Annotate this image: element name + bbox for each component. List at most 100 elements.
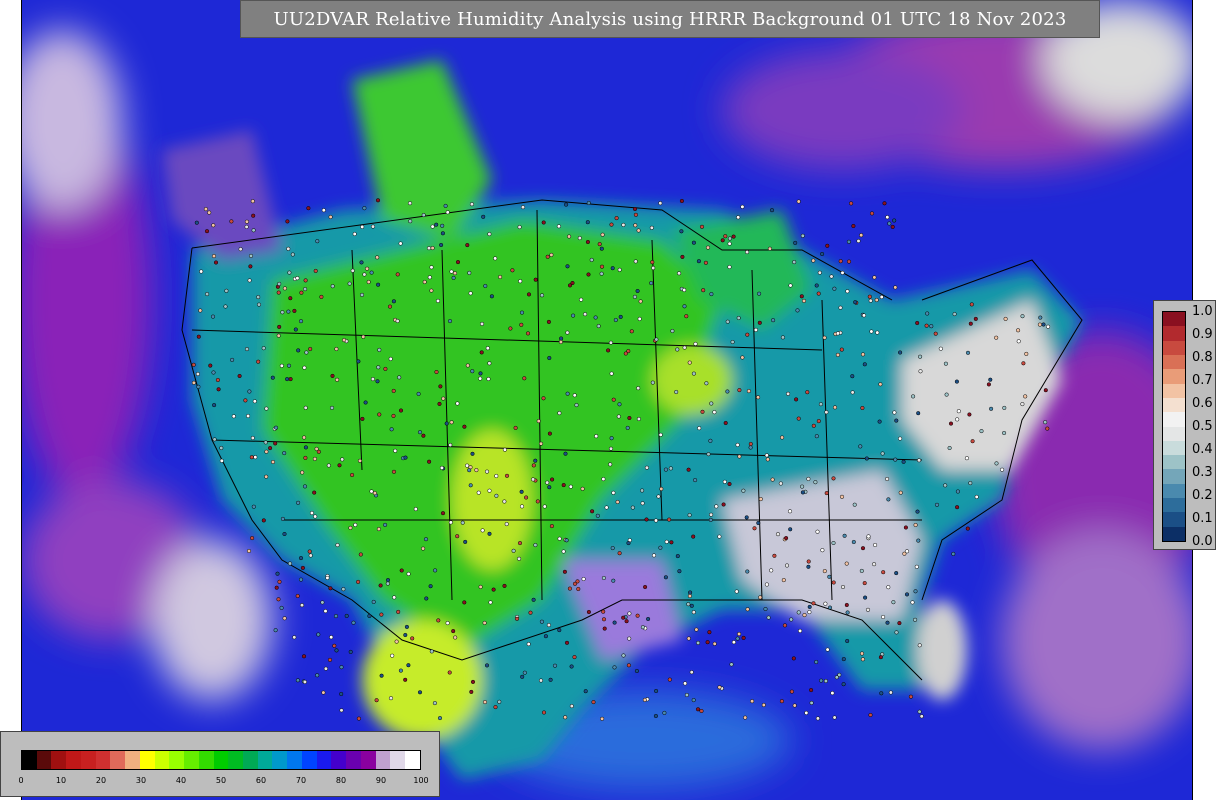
station-dot [891,600,896,605]
station-dot [191,380,196,385]
station-dot [968,321,973,326]
station-dot [621,653,626,658]
station-dot [659,486,664,491]
station-dot [769,208,775,213]
station-dot [757,320,762,325]
station-dot [903,525,908,530]
station-dot [885,620,890,625]
station-dot [860,352,866,357]
station-dot [602,626,607,631]
station-dot [915,320,920,326]
station-dot [586,609,591,615]
station-dot [841,682,846,687]
station-dot [600,232,605,237]
station-dot [282,451,287,456]
station-dot [817,270,822,275]
station-dot [244,347,250,352]
station-dot [293,327,298,332]
station-dot [398,241,403,246]
station-dot [736,215,741,220]
station-dot [613,317,618,323]
station-dot [1002,430,1007,436]
station-dot [514,616,520,621]
station-dot [547,355,552,361]
station-dot [494,473,499,479]
station-dot [407,201,413,206]
station-dot [617,402,622,407]
station-dot [700,409,705,414]
obs-colorbar-segment [1163,425,1185,441]
station-dot [626,349,631,354]
station-dot [511,548,516,553]
station-dot [677,271,682,276]
station-dot [636,416,641,422]
station-dot [439,465,444,470]
station-dot [601,617,607,622]
station-dot [853,300,858,305]
station-dot [531,597,536,602]
station-dot [397,375,402,380]
station-dot [933,331,938,336]
station-dot [737,388,742,393]
station-dot [413,507,418,512]
station-dot [670,328,675,334]
station-dot [295,593,300,599]
station-dot [737,454,742,459]
station-dot [825,243,830,248]
station-dot [328,586,333,591]
rh-colorbar-tick: 50 [215,776,227,785]
station-dot [863,595,868,600]
station-dot [247,389,252,394]
station-dot [434,222,439,227]
station-dot [675,347,680,352]
station-dot [917,709,922,714]
station-dot [878,655,883,660]
station-dot [894,418,899,423]
station-dot [316,632,321,637]
station-dot [839,494,845,499]
station-dot [617,551,622,556]
station-dot [330,284,335,289]
station-dot [493,256,498,261]
station-dot [766,615,771,620]
station-dot [811,601,816,606]
station-dot [535,499,540,504]
station-dot [476,490,481,495]
rh-colorbar-segment [22,751,37,769]
station-dot [649,281,654,286]
station-dot [737,631,742,637]
station-dot [814,283,819,288]
station-dot [369,270,374,275]
station-dot [543,634,548,639]
station-dot [735,636,740,641]
rh-colorbar-segment [154,751,170,769]
station-dot [455,401,460,406]
obs-colorbar-segment [1163,439,1185,456]
station-dot [372,491,377,496]
station-dot [287,270,292,275]
station-dot [238,247,243,252]
station-dot [210,314,216,319]
station-dot [643,584,648,590]
station-dot [919,714,924,719]
station-dot [213,260,219,265]
station-dot [633,212,638,217]
station-dot [789,689,794,694]
station-dot [867,294,872,299]
station-dot [796,199,801,204]
station-dot [295,678,300,683]
obs-colorbar-tick: 0.3 [1192,465,1213,480]
station-dot [480,528,485,533]
station-dot [709,292,714,297]
station-dot [614,216,619,221]
station-dot [918,354,923,359]
station-dot [640,488,645,493]
station-dot [746,389,751,394]
map-view[interactable] [21,0,1193,800]
station-dot [211,370,216,375]
station-dot [691,240,696,245]
station-dot [398,668,403,673]
station-dot [846,259,852,264]
station-dot [191,362,196,367]
station-dot [356,359,361,364]
